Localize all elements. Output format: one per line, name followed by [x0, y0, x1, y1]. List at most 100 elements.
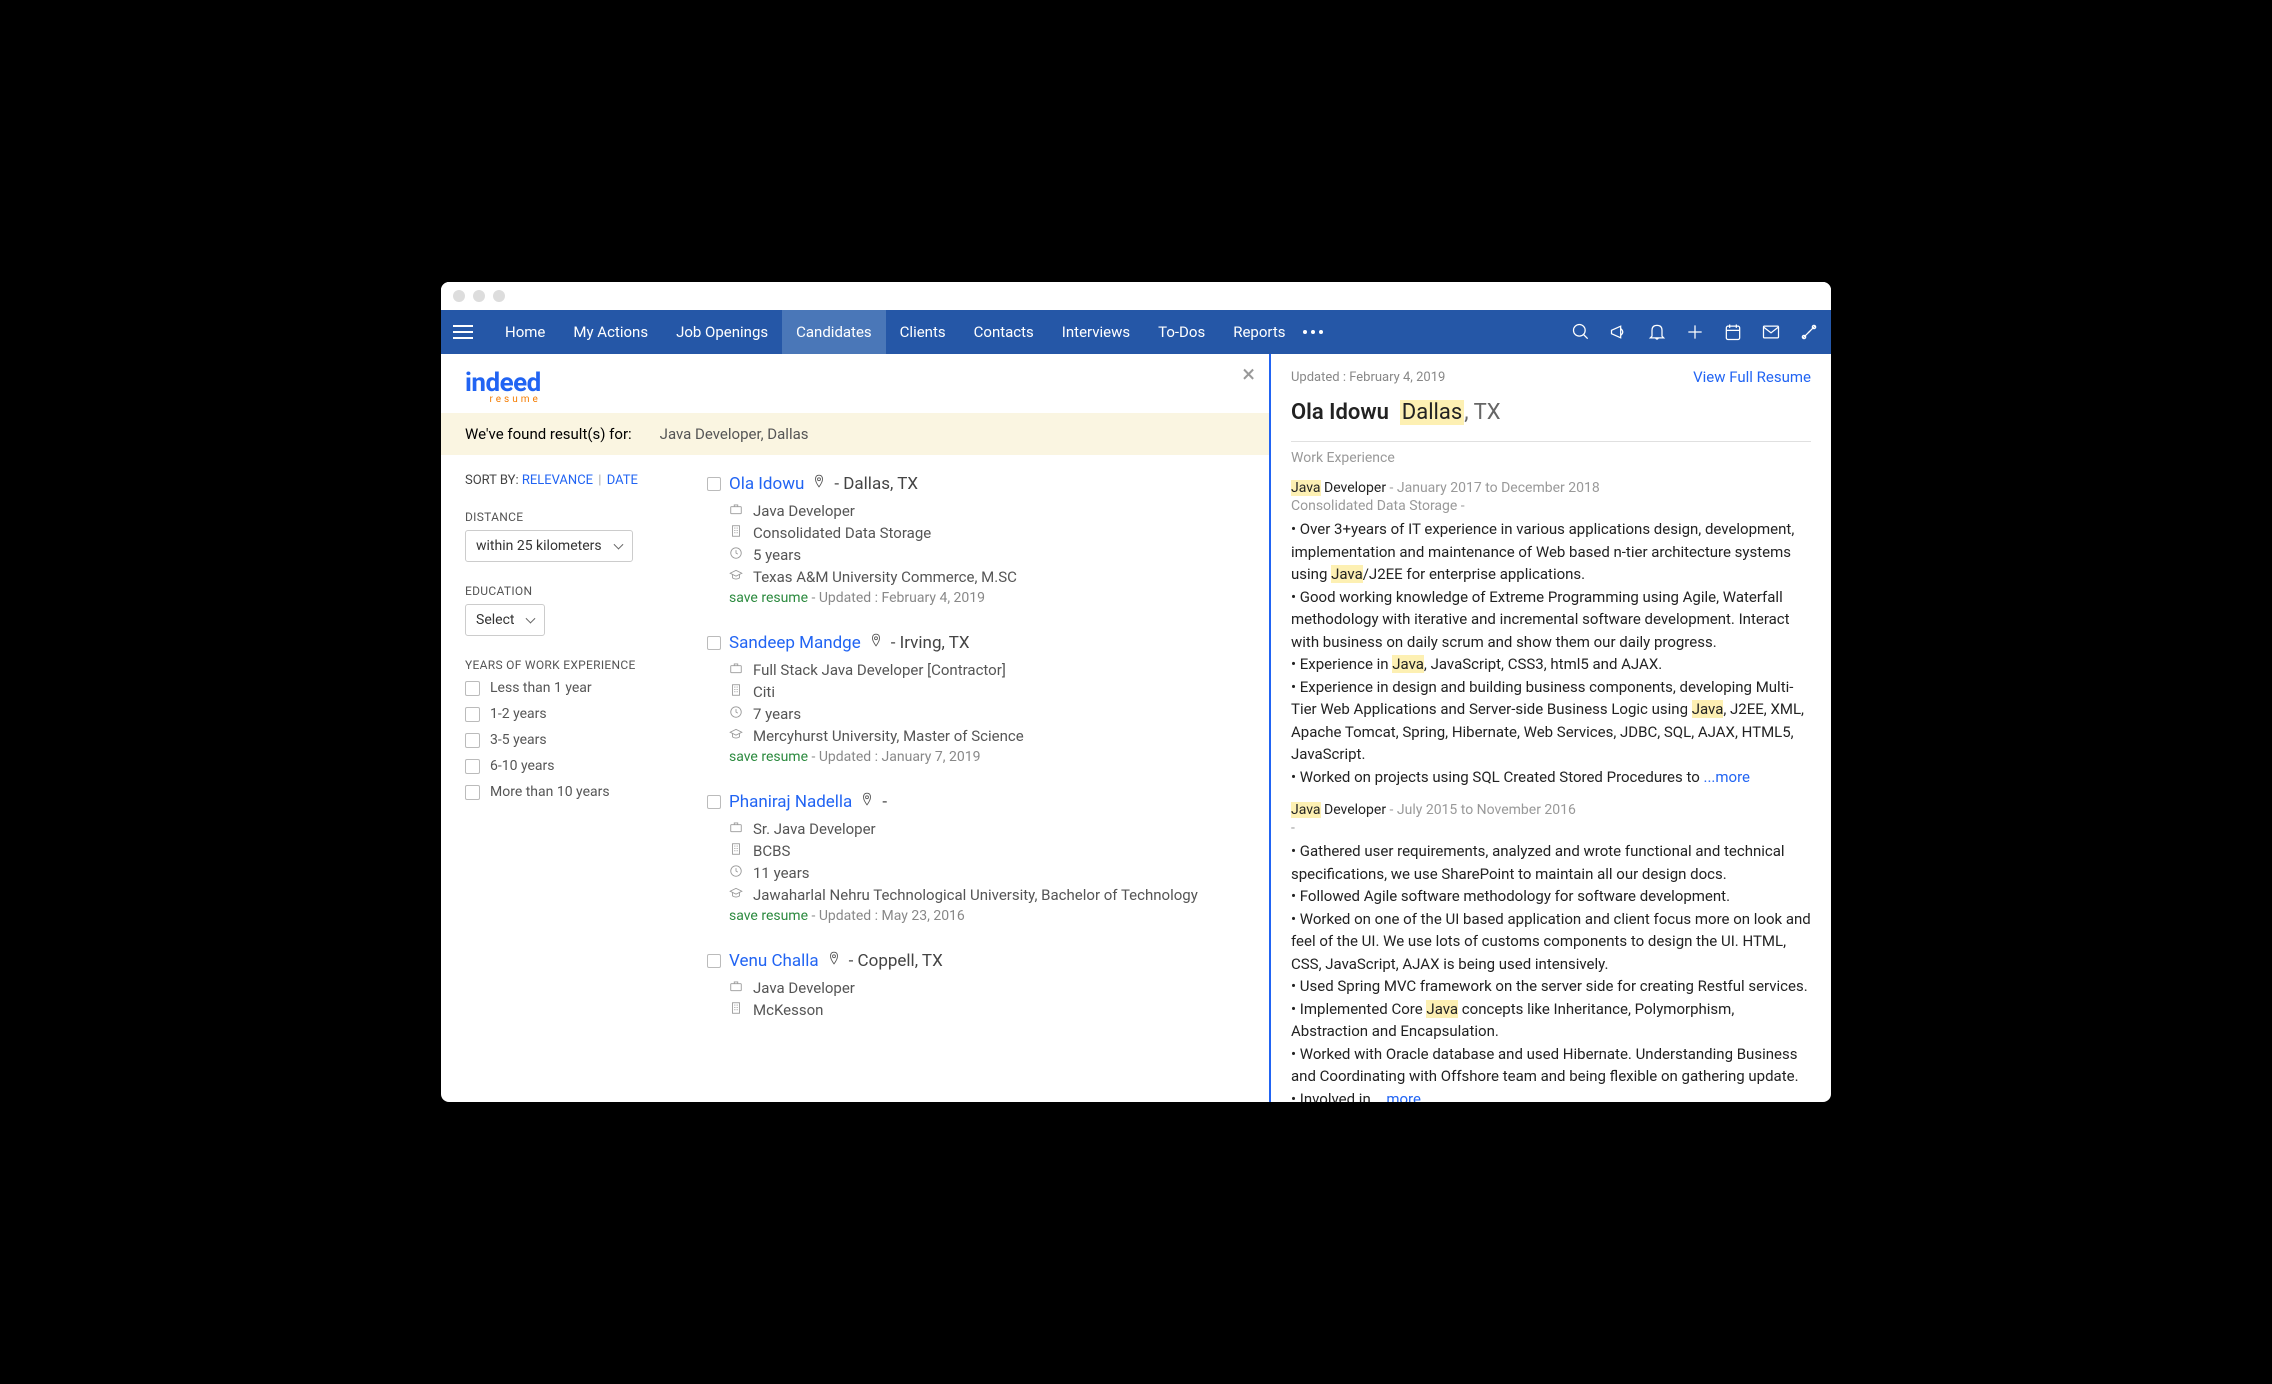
- nav-item-my-actions[interactable]: My Actions: [559, 310, 662, 354]
- candidate-education: Jawaharlal Nehru Technological Universit…: [707, 886, 1253, 904]
- save-resume-link[interactable]: save resume: [729, 908, 808, 924]
- candidate-checkbox[interactable]: [707, 477, 721, 491]
- sort-by-row: SORT BY: RELEVANCE | DATE: [465, 473, 667, 488]
- years-label: YEARS OF WORK EXPERIENCE: [465, 658, 667, 672]
- nav-item-home[interactable]: Home: [491, 310, 559, 354]
- clock-icon: [729, 864, 743, 882]
- candidate-updated: - Updated : February 4, 2019: [812, 590, 986, 606]
- candidate-company: BCBS: [707, 842, 1253, 860]
- nav-item-interviews[interactable]: Interviews: [1048, 310, 1144, 354]
- candidate-company: McKesson: [707, 1001, 1253, 1019]
- detail-updated: Updated : February 4, 2019: [1291, 370, 1445, 385]
- briefcase-icon: [729, 820, 743, 838]
- plus-icon[interactable]: [1685, 322, 1705, 342]
- job-company: Consolidated Data Storage -: [1291, 498, 1811, 514]
- tools-icon[interactable]: [1799, 322, 1819, 342]
- top-nav: HomeMy ActionsJob OpeningsCandidatesClie…: [441, 310, 1831, 354]
- candidate-checkbox[interactable]: [707, 636, 721, 650]
- candidate-name-link[interactable]: Phaniraj Nadella: [729, 792, 852, 812]
- mail-icon[interactable]: [1761, 322, 1781, 342]
- candidate-updated: - Updated : January 7, 2019: [812, 749, 981, 765]
- announce-icon[interactable]: [1609, 322, 1629, 342]
- candidate-education: Mercyhurst University, Master of Science: [707, 727, 1253, 745]
- candidate-years: 11 years: [707, 864, 1253, 882]
- nav-item-clients[interactable]: Clients: [886, 310, 960, 354]
- briefcase-icon: [729, 502, 743, 520]
- candidate-company: Citi: [707, 683, 1253, 701]
- building-icon: [729, 683, 743, 701]
- years-checkbox[interactable]: 1-2 years: [465, 706, 667, 722]
- results-bar: We've found result(s) for: Java Develope…: [441, 413, 1269, 455]
- candidate-card: Sandeep Mandge - Irving, TX Full Stack Jav…: [707, 632, 1253, 765]
- location-pin-icon: [860, 791, 874, 812]
- candidate-title: Full Stack Java Developer [Contractor]: [707, 661, 1253, 679]
- nav-more-icon[interactable]: [1303, 330, 1323, 334]
- search-icon[interactable]: [1571, 322, 1591, 342]
- location-pin-icon: [827, 950, 841, 971]
- candidate-name-link[interactable]: Venu Challa: [729, 951, 819, 971]
- results-list: Ola Idowu- Dallas, TXJava DeveloperConso…: [691, 455, 1269, 1102]
- candidate-checkbox[interactable]: [707, 954, 721, 968]
- save-resume-link[interactable]: save resume: [729, 749, 808, 765]
- candidate-name-link[interactable]: Sandeep Mandge: [729, 633, 861, 653]
- candidate-title: Sr. Java Developer: [707, 820, 1253, 838]
- candidate-card: Venu Challa - Coppell, TX Java Developer Mc…: [707, 950, 1253, 1019]
- job-title: Java Developer - January 2017 to Decembe…: [1291, 480, 1811, 496]
- more-link[interactable]: ...more: [1704, 768, 1750, 786]
- candidate-card: Phaniraj Nadella - Sr. Java Developer BCBS…: [707, 791, 1253, 924]
- grad-cap-icon: [729, 568, 743, 586]
- candidate-name-link[interactable]: Ola Idowu: [729, 474, 804, 494]
- candidate-education: Texas A&M University Commerce, M.SC: [707, 568, 1253, 586]
- job-title: Java Developer - July 2015 to November 2…: [1291, 802, 1811, 818]
- candidate-years: 7 years: [707, 705, 1253, 723]
- nav-item-reports[interactable]: Reports: [1219, 310, 1299, 354]
- years-checkbox[interactable]: 6-10 years: [465, 758, 667, 774]
- candidate-checkbox[interactable]: [707, 795, 721, 809]
- job-bullets: • Gathered user requirements, analyzed a…: [1291, 840, 1811, 1102]
- hamburger-icon[interactable]: [453, 325, 473, 339]
- years-checkbox[interactable]: Less than 1 year: [465, 680, 667, 696]
- nav-item-contacts[interactable]: Contacts: [960, 310, 1048, 354]
- bell-icon[interactable]: [1647, 322, 1667, 342]
- distance-label: DISTANCE: [465, 510, 667, 524]
- filters-sidebar: SORT BY: RELEVANCE | DATE DISTANCE withi…: [441, 455, 691, 1102]
- window-max-dot[interactable]: [493, 290, 505, 302]
- years-checkbox[interactable]: 3-5 years: [465, 732, 667, 748]
- sort-date-link[interactable]: DATE: [607, 473, 638, 488]
- job-entry: Java Developer - July 2015 to November 2…: [1291, 802, 1811, 1102]
- detail-name: Ola Idowu Dallas, TX: [1291, 400, 1811, 425]
- building-icon: [729, 842, 743, 860]
- building-icon: [729, 524, 743, 542]
- indeed-logo: indeed resume: [465, 368, 541, 405]
- candidate-location: - Irving, TX: [891, 633, 970, 653]
- job-company: -: [1291, 820, 1811, 836]
- distance-select[interactable]: within 25 kilometers: [465, 530, 633, 562]
- candidate-title: Java Developer: [707, 979, 1253, 997]
- candidate-location: - Coppell, TX: [849, 951, 943, 971]
- briefcase-icon: [729, 979, 743, 997]
- candidate-updated: - Updated : May 23, 2016: [812, 908, 965, 924]
- years-checkbox[interactable]: More than 10 years: [465, 784, 667, 800]
- job-bullets: • Over 3+years of IT experience in vario…: [1291, 518, 1811, 788]
- job-entry: Java Developer - January 2017 to Decembe…: [1291, 480, 1811, 788]
- window-close-dot[interactable]: [453, 290, 465, 302]
- sort-relevance-link[interactable]: RELEVANCE: [522, 473, 593, 488]
- close-icon[interactable]: ×: [1242, 360, 1255, 388]
- candidate-title: Java Developer: [707, 502, 1253, 520]
- save-resume-link[interactable]: save resume: [729, 590, 808, 606]
- location-pin-icon: [812, 473, 826, 494]
- nav-item-candidates[interactable]: Candidates: [782, 310, 886, 354]
- nav-item-job-openings[interactable]: Job Openings: [662, 310, 782, 354]
- clock-icon: [729, 546, 743, 564]
- grad-cap-icon: [729, 886, 743, 904]
- candidate-location: -: [882, 792, 887, 812]
- more-link[interactable]: ...more: [1374, 1090, 1420, 1103]
- window-min-dot[interactable]: [473, 290, 485, 302]
- candidate-company: Consolidated Data Storage: [707, 524, 1253, 542]
- calendar-icon[interactable]: [1723, 322, 1743, 342]
- education-select[interactable]: Select: [465, 604, 545, 636]
- view-full-resume-link[interactable]: View Full Resume: [1693, 368, 1811, 386]
- nav-item-to-dos[interactable]: To-Dos: [1144, 310, 1219, 354]
- briefcase-icon: [729, 661, 743, 679]
- building-icon: [729, 1001, 743, 1019]
